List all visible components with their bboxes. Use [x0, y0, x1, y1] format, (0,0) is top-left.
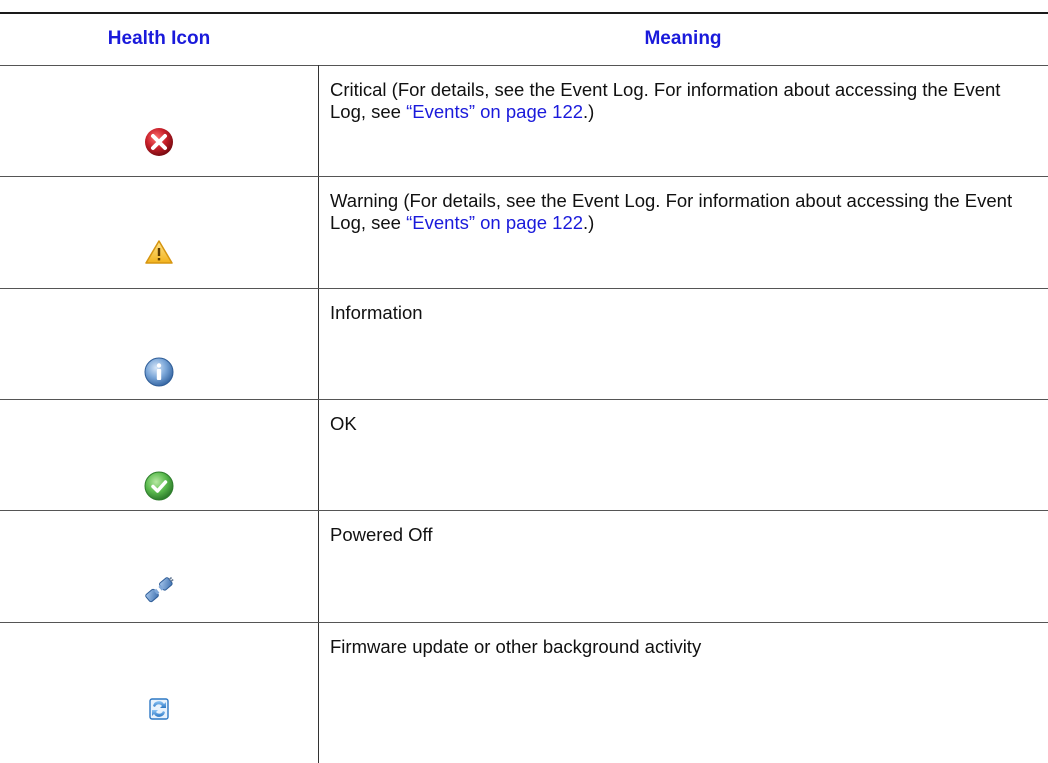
table-row-ok: OK: [0, 400, 1048, 510]
ok-description: OK: [330, 413, 357, 434]
table-row-critical: Critical (For details, see the Event Log…: [0, 66, 1048, 176]
table-row-warning: Warning (For details, see the Event Log.…: [0, 177, 1048, 287]
refresh-icon: [0, 689, 318, 729]
warning-icon: [0, 232, 318, 272]
health-icon-table: Health Icon Meaning Critical (For detail…: [0, 0, 1048, 763]
critical-description: Critical (For details, see the Event Log…: [330, 79, 1030, 123]
events-page-link[interactable]: “Events” on page 122: [406, 101, 583, 122]
table-row-powered-off: Powered Off: [0, 511, 1048, 621]
information-icon: [0, 339, 318, 405]
table-row-information: Information: [0, 289, 1048, 399]
background-activity-description: Firmware update or other background acti…: [330, 636, 702, 657]
warning-text-suffix: .): [583, 212, 595, 233]
critical-text-suffix: .): [583, 101, 595, 122]
powered-off-description: Powered Off: [330, 524, 433, 545]
table-header: Health Icon Meaning: [0, 14, 1048, 65]
information-description: Information: [330, 302, 423, 323]
meaning-header: Meaning: [644, 28, 722, 49]
warning-description: Warning (For details, see the Event Log.…: [330, 190, 1030, 234]
health-icon-header: Health Icon: [107, 28, 211, 49]
powered-off-icon: [0, 556, 318, 622]
events-page-link[interactable]: “Events” on page 122: [406, 212, 583, 233]
table-row-background-activity: Firmware update or other background acti…: [0, 623, 1048, 763]
critical-icon: [0, 109, 318, 175]
